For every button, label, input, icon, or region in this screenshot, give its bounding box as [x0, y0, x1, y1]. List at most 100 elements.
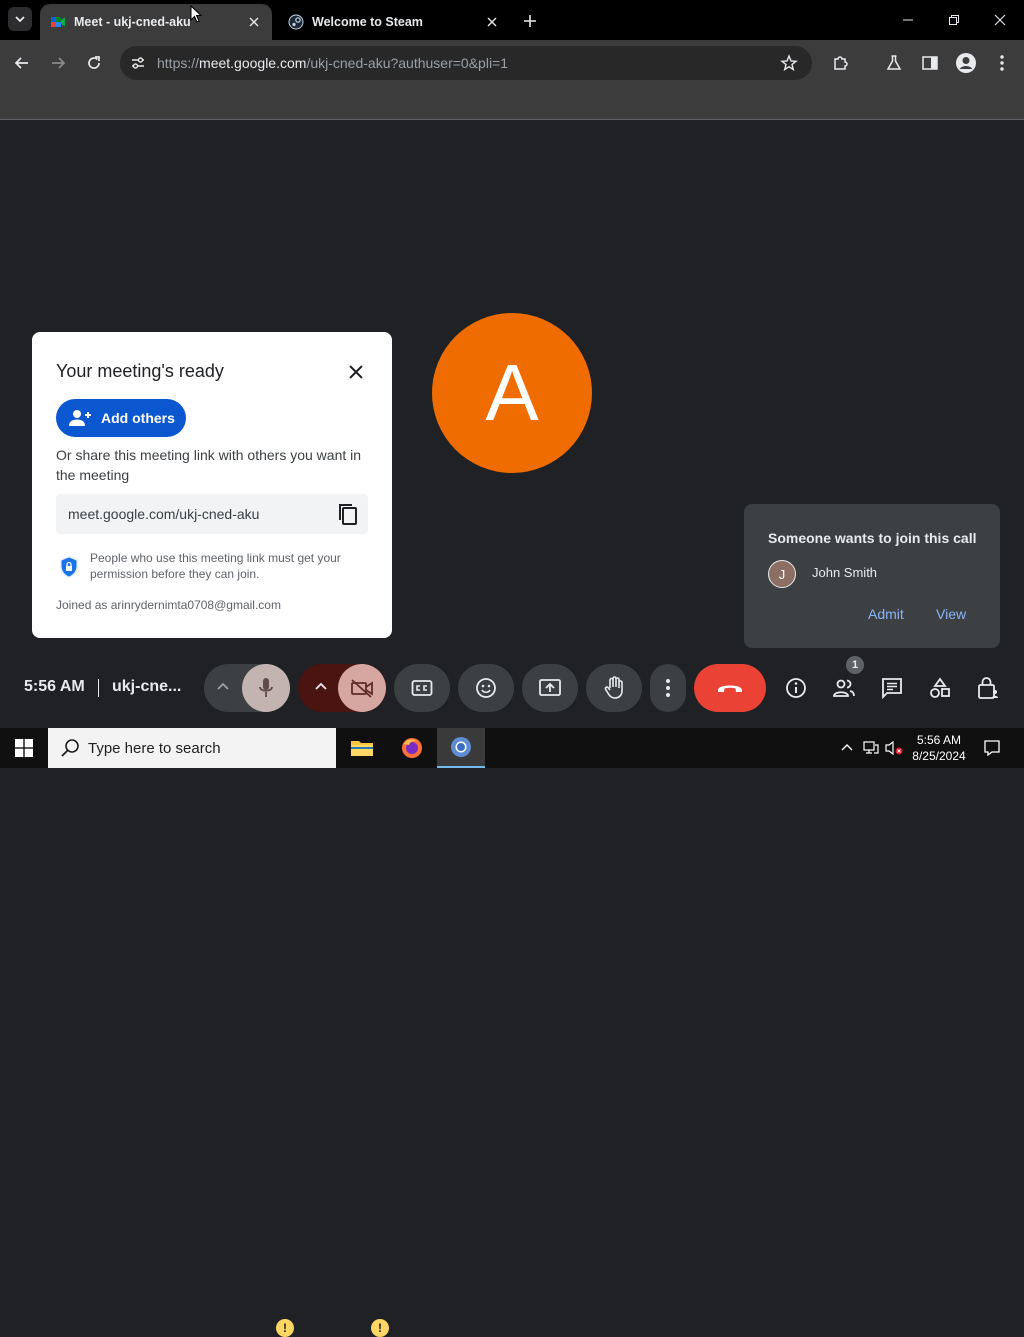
- firefox-app[interactable]: [388, 728, 436, 768]
- reactions-button[interactable]: [458, 664, 514, 712]
- tab-title: Meet - ukj-cned-aku: [74, 15, 191, 29]
- extensions-button[interactable]: [828, 50, 854, 76]
- closed-captions-icon: [411, 680, 433, 696]
- start-button[interactable]: [0, 728, 48, 768]
- firefox-icon: [402, 738, 422, 758]
- people-icon: [833, 679, 855, 697]
- restore-icon: [949, 15, 959, 25]
- requester-name: John Smith: [812, 565, 878, 580]
- meeting-details-button[interactable]: [784, 676, 808, 700]
- tab-steam[interactable]: Welcome to Steam: [278, 4, 510, 40]
- admit-button[interactable]: Admit: [868, 606, 904, 622]
- forward-button[interactable]: [45, 50, 71, 76]
- flask-icon: [886, 55, 902, 70]
- present-button[interactable]: [522, 664, 578, 712]
- chrome-menu-button[interactable]: [989, 50, 1015, 76]
- host-controls-button[interactable]: [976, 676, 1000, 700]
- chat-icon: [882, 678, 902, 699]
- chevron-up-icon: [841, 744, 853, 751]
- puzzle-icon: [834, 56, 848, 70]
- show-hidden-icons-button[interactable]: [837, 738, 857, 758]
- back-button[interactable]: [9, 50, 35, 76]
- close-icon: [994, 14, 1006, 26]
- new-tab-button[interactable]: [520, 11, 540, 31]
- side-panel-button[interactable]: [917, 50, 943, 76]
- join-request-title: Someone wants to join this call: [768, 530, 977, 546]
- meeting-link-box: meet.google.com/ukj-cned-aku: [56, 494, 368, 534]
- participant-avatar: A: [432, 313, 592, 473]
- add-others-button[interactable]: Add others: [56, 399, 186, 437]
- steam-icon: [288, 14, 304, 30]
- view-button[interactable]: View: [936, 606, 966, 622]
- people-button[interactable]: [832, 676, 856, 700]
- address-bar[interactable]: https://meet.google.com/ukj-cned-aku?aut…: [120, 46, 812, 80]
- captions-button[interactable]: [394, 664, 450, 712]
- copy-icon[interactable]: [336, 502, 360, 526]
- mic-control-group: [204, 664, 290, 712]
- chrome-app[interactable]: [437, 728, 485, 768]
- chat-button[interactable]: [880, 676, 904, 700]
- more-options-button[interactable]: [650, 664, 686, 712]
- tab-search-button[interactable]: [8, 7, 32, 31]
- shield-lock-icon: [60, 556, 78, 578]
- clock-date: 8/25/2024: [912, 749, 966, 763]
- profile-button[interactable]: [953, 50, 979, 76]
- arrow-left-icon: [14, 57, 28, 69]
- site-settings-icon[interactable]: [130, 55, 146, 71]
- tab-meet[interactable]: Meet - ukj-cned-aku: [40, 4, 272, 40]
- microphone-icon: [259, 678, 273, 697]
- file-explorer-app[interactable]: [338, 728, 386, 768]
- volume-status[interactable]: [884, 738, 904, 758]
- notifications-button[interactable]: [982, 738, 1002, 758]
- microphone-button[interactable]: [242, 664, 290, 712]
- plus-icon: [524, 15, 536, 27]
- star-icon[interactable]: [780, 54, 798, 72]
- present-screen-icon: [539, 679, 561, 696]
- close-window-button[interactable]: [990, 10, 1010, 30]
- arrow-right-icon: [52, 57, 66, 69]
- close-dialog-button[interactable]: [344, 360, 368, 384]
- meeting-code[interactable]: ukj-cne...: [112, 678, 181, 696]
- notification-icon: [984, 740, 1000, 757]
- raise-hand-button[interactable]: [586, 664, 642, 712]
- chevron-up-icon: [217, 682, 229, 690]
- meeting-clock: 5:56 AM: [24, 678, 85, 695]
- system-clock[interactable]: 5:56 AM 8/25/2024: [906, 732, 972, 764]
- network-icon: [863, 741, 879, 754]
- audio-options-button[interactable]: [216, 680, 230, 694]
- emoji-icon: [476, 678, 496, 698]
- tab-strip: Meet - ukj-cned-aku Welcome to Steam: [0, 0, 1024, 40]
- browser-toolbar: https://meet.google.com/ukj-cned-aku?aut…: [0, 40, 1024, 113]
- person-add-icon: [69, 410, 91, 426]
- camera-button[interactable]: [338, 664, 386, 712]
- labs-button[interactable]: [881, 50, 907, 76]
- camera-warning-badge: !: [371, 1319, 389, 1337]
- chrome-icon: [451, 737, 471, 757]
- end-call-icon: [718, 685, 742, 692]
- mic-warning-badge: !: [276, 1319, 294, 1337]
- chevron-up-icon: [315, 682, 327, 690]
- windows-taskbar: Type here to search 5:56 AM 8/25/2024: [0, 728, 1024, 768]
- google-meet-icon: [51, 17, 65, 27]
- windows-logo-icon: [15, 739, 33, 757]
- meeting-ready-dialog: Your meeting's ready Add others Or share…: [32, 332, 392, 638]
- reload-button[interactable]: [81, 50, 107, 76]
- add-others-label: Add others: [101, 410, 175, 426]
- video-options-button[interactable]: [314, 680, 328, 694]
- close-tab-icon[interactable]: [484, 14, 500, 30]
- url-text: https://meet.google.com/ukj-cned-aku?aut…: [157, 55, 509, 71]
- leave-call-button[interactable]: [694, 664, 766, 712]
- close-tab-icon[interactable]: [246, 14, 262, 30]
- camera-off-icon: [351, 679, 373, 698]
- activities-button[interactable]: [928, 676, 952, 700]
- close-icon: [349, 365, 363, 379]
- search-placeholder: Type here to search: [88, 739, 221, 757]
- network-status[interactable]: [861, 738, 881, 758]
- search-icon: [61, 739, 79, 757]
- taskbar-search-box[interactable]: Type here to search: [48, 728, 336, 768]
- restore-button[interactable]: [944, 10, 964, 30]
- profile-icon: [956, 53, 976, 73]
- folder-icon: [351, 741, 373, 756]
- minimize-button[interactable]: [898, 10, 918, 30]
- chevron-down-icon: [15, 16, 25, 23]
